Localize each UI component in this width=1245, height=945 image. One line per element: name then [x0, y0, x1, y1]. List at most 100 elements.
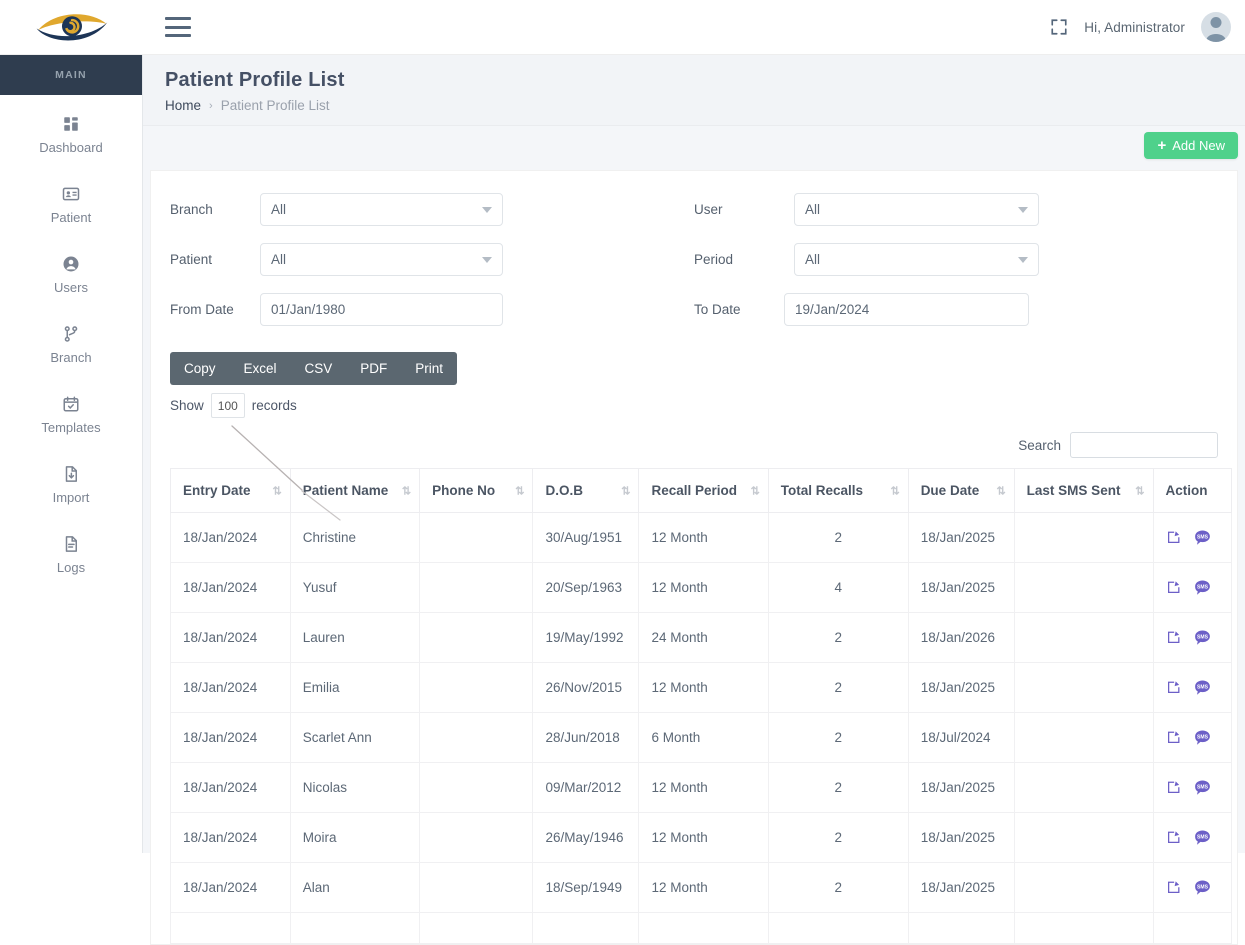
table-row[interactable]: 18/Jan/2024 Yusuf 20/Sep/1963 12 Month 4 18/J… — [170, 562, 1233, 613]
phone-no-cell — [419, 862, 534, 913]
filter-panel: Branch All Patient All From Date 01/Jan/… — [170, 193, 1218, 343]
sidebar-item-patient[interactable]: Patient — [0, 175, 142, 235]
from-date-value: 01/Jan/1980 — [271, 302, 346, 317]
action-icon-group: SMS — [1166, 628, 1219, 647]
svg-text:SMS: SMS — [1197, 884, 1209, 890]
sidebar-item-dashboard[interactable]: Dashboard — [0, 105, 142, 165]
total-recalls-cell: 2 — [768, 512, 909, 563]
patient-table: Entry Date ⇅ Patient Name ⇅ Phone No ⇅ D… — [170, 468, 1233, 944]
export-csv-button[interactable]: CSV — [291, 352, 347, 385]
edit-icon[interactable] — [1166, 730, 1181, 745]
action-icon-group: SMS — [1166, 578, 1219, 597]
edit-icon[interactable] — [1166, 830, 1181, 845]
phone-no-cell — [419, 712, 534, 763]
total-recalls-cell: 2 — [768, 812, 909, 863]
table-row[interactable]: 18/Jan/2024 Christine 30/Aug/1951 12 Month 2… — [170, 512, 1233, 563]
svg-text:SMS: SMS — [1197, 634, 1209, 640]
hamburger-icon[interactable] — [165, 17, 191, 37]
column-header-entry-date[interactable]: Entry Date ⇅ — [170, 468, 291, 513]
sms-icon[interactable]: SMS — [1193, 578, 1212, 597]
column-header-recall-period[interactable]: Recall Period ⇅ — [638, 468, 769, 513]
content-card: Branch All Patient All From Date 01/Jan/… — [150, 170, 1238, 945]
show-records-input[interactable] — [210, 393, 245, 418]
breadcrumb-home[interactable]: Home — [165, 98, 201, 113]
export-print-button[interactable]: Print — [401, 352, 457, 385]
branch-select[interactable]: All — [260, 193, 503, 226]
fullscreen-icon[interactable] — [1050, 18, 1068, 36]
table-row[interactable] — [170, 912, 1233, 944]
sidebar-item-branch[interactable]: Branch — [0, 315, 142, 375]
recall-period-cell: 24 Month — [638, 612, 769, 663]
sidebar-item-import[interactable]: Import — [0, 455, 142, 515]
table-row[interactable]: 18/Jan/2024 Scarlet Ann 28/Jun/2018 6 Month… — [170, 712, 1233, 763]
from-date-input[interactable]: 01/Jan/1980 — [260, 293, 503, 326]
export-excel-button[interactable]: Excel — [230, 352, 291, 385]
sms-icon[interactable]: SMS — [1193, 528, 1212, 547]
column-header-patient-name[interactable]: Patient Name ⇅ — [290, 468, 421, 513]
sms-icon[interactable]: SMS — [1193, 628, 1212, 647]
edit-icon[interactable] — [1166, 780, 1181, 795]
column-header-phone-no[interactable]: Phone No ⇅ — [419, 468, 534, 513]
sidebar-item-logs[interactable]: Logs — [0, 525, 142, 585]
edit-icon[interactable] — [1166, 880, 1181, 895]
action-bar: + Add New — [143, 126, 1245, 170]
app-logo[interactable] — [0, 0, 143, 55]
column-header-total-recalls[interactable]: Total Recalls ⇅ — [768, 468, 909, 513]
table-row[interactable]: 18/Jan/2024 Lauren 19/May/1992 24 Month 2 18/… — [170, 612, 1233, 663]
last-sms-sent-cell — [1014, 862, 1154, 913]
show-suffix-label: records — [251, 398, 297, 413]
total-recalls-cell: 2 — [768, 612, 909, 663]
dob-cell: 20/Sep/1963 — [532, 562, 640, 613]
to-date-input[interactable]: 19/Jan/2024 — [784, 293, 1029, 326]
filter-column-left: Branch All Patient All From Date 01/Jan/… — [170, 193, 694, 343]
edit-icon[interactable] — [1166, 630, 1181, 645]
filter-period-row: Period All — [694, 243, 1218, 276]
sidebar-item-label: Logs — [56, 560, 86, 575]
table-row[interactable]: 18/Jan/2024 Alan 18/Sep/1949 12 Month 2 18/Ja… — [170, 862, 1233, 913]
dob-cell: 26/Nov/2015 — [532, 662, 640, 713]
table-row[interactable]: 18/Jan/2024 Moira 26/May/1946 12 Month 2 18/J… — [170, 812, 1233, 863]
dob-cell — [532, 912, 640, 944]
filter-column-right: User All Period All To Date 19/Jan/2024 — [694, 193, 1218, 343]
sidebar: MAIN Dashboard Patient Users Branch Temp… — [0, 55, 143, 853]
table-row[interactable]: 18/Jan/2024 Emilia 26/Nov/2015 12 Month 2 18/… — [170, 662, 1233, 713]
edit-icon[interactable] — [1166, 580, 1181, 595]
sidebar-item-users[interactable]: Users — [0, 245, 142, 305]
show-prefix-label: Show — [170, 398, 204, 413]
table-row[interactable]: 18/Jan/2024 Nicolas 09/Mar/2012 12 Month 2 18… — [170, 762, 1233, 813]
patient-name-cell: Moira — [290, 812, 421, 863]
edit-icon[interactable] — [1166, 530, 1181, 545]
patient-name-cell: Alan — [290, 862, 421, 913]
sms-icon[interactable]: SMS — [1193, 878, 1212, 897]
dob-cell: 28/Jun/2018 — [532, 712, 640, 763]
avatar[interactable] — [1201, 12, 1231, 42]
sort-icon: ⇅ — [401, 485, 411, 497]
patient-select[interactable]: All — [260, 243, 503, 276]
branch-select-value: All — [271, 202, 287, 217]
top-navbar: Hi, Administrator — [0, 0, 1245, 55]
entry-date-cell: 18/Jan/2024 — [170, 562, 291, 613]
export-pdf-button[interactable]: PDF — [346, 352, 401, 385]
patient-name-cell: Emilia — [290, 662, 421, 713]
dob-cell: 26/May/1946 — [532, 812, 640, 863]
period-select[interactable]: All — [794, 243, 1039, 276]
user-select[interactable]: All — [794, 193, 1039, 226]
sort-icon: ⇅ — [750, 485, 760, 497]
svg-text:SMS: SMS — [1197, 534, 1209, 540]
add-new-button[interactable]: + Add New — [1144, 132, 1238, 159]
column-header-due-date[interactable]: Due Date ⇅ — [908, 468, 1015, 513]
due-date-cell: 18/Jan/2025 — [908, 762, 1015, 813]
search-input[interactable] — [1070, 432, 1218, 458]
entry-date-cell: 18/Jan/2024 — [170, 662, 291, 713]
action-cell: SMS — [1153, 612, 1233, 663]
sms-icon[interactable]: SMS — [1193, 728, 1212, 747]
sidebar-item-templates[interactable]: Templates — [0, 385, 142, 445]
sms-icon[interactable]: SMS — [1193, 778, 1212, 797]
edit-icon[interactable] — [1166, 680, 1181, 695]
column-header-dob[interactable]: D.O.B ⇅ — [532, 468, 640, 513]
column-header-last-sms-sent[interactable]: Last SMS Sent ⇅ — [1014, 468, 1154, 513]
sms-icon[interactable]: SMS — [1193, 828, 1212, 847]
sms-icon[interactable]: SMS — [1193, 678, 1212, 697]
dob-cell: 09/Mar/2012 — [532, 762, 640, 813]
export-copy-button[interactable]: Copy — [170, 352, 230, 385]
